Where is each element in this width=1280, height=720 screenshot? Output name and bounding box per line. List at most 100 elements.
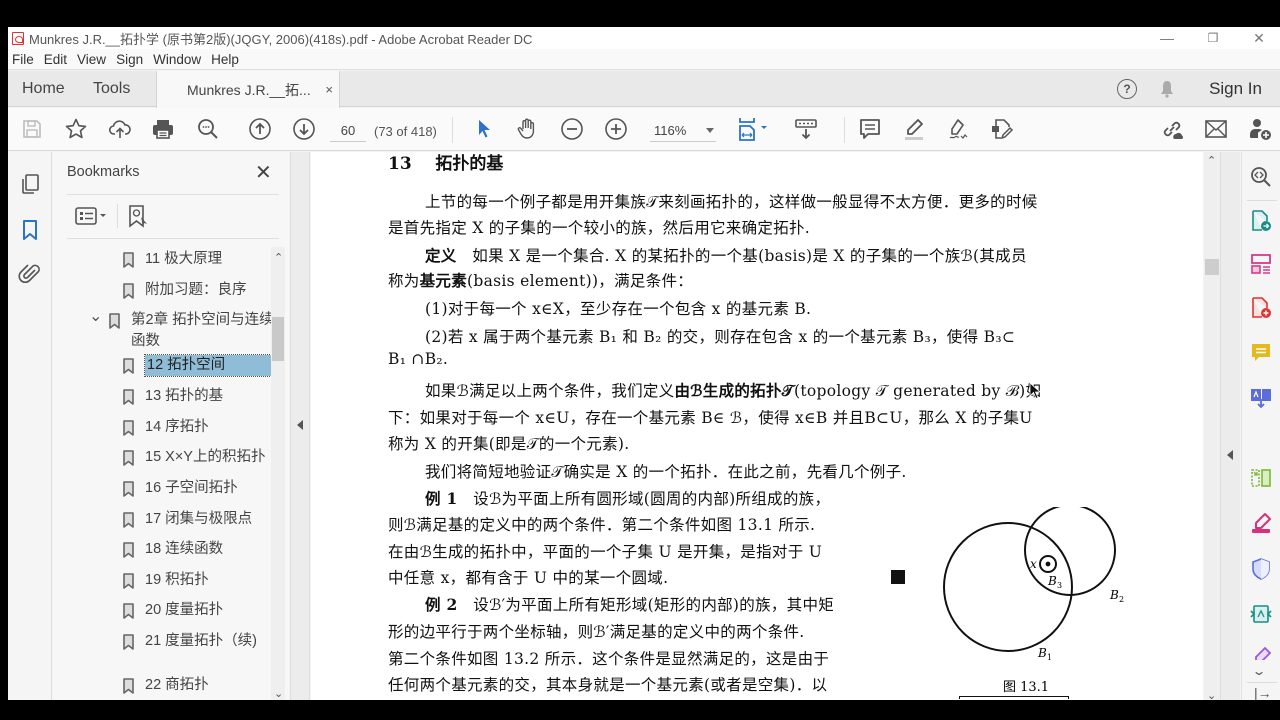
collapse-tools-pane-icon[interactable]: |→ — [1254, 685, 1272, 700]
bookmark-item[interactable]: 18 连续函数 — [123, 539, 223, 560]
bookmark-star-icon[interactable] — [64, 117, 88, 141]
document-view[interactable]: 13 拓扑的基 上节的每一个例子都是用开集族𝒯来刻画拓扑的，这样做一般显得不太方… — [311, 152, 1203, 700]
create-pdf-icon[interactable] — [1250, 297, 1272, 319]
paragraph-line: 下：如果对于每一个 x∈U，存在一个基元素 B∈ ℬ，使得 x∈B 并且B⊂U，… — [388, 409, 1033, 427]
bookmark-item[interactable]: 22 商拓扑 — [123, 675, 209, 696]
menu-window[interactable]: Window — [149, 52, 207, 67]
scroll-up-icon[interactable]: ⌃ — [1207, 154, 1216, 167]
example-1-line: 在由ℬ生成的拓扑中，平面的一个子集 U 是开集，是指对于 U — [388, 543, 823, 561]
share-link-icon[interactable] — [1160, 117, 1184, 141]
compare-files-icon[interactable] — [1250, 166, 1272, 188]
bookmark-icon — [123, 450, 134, 466]
close-tab-icon[interactable]: × — [325, 82, 333, 97]
bookmark-item[interactable]: 20 度量拓扑 — [123, 600, 223, 621]
bookmarks-panel-icon[interactable] — [18, 218, 42, 242]
bookmark-options-icon[interactable] — [75, 206, 109, 226]
scroll-down-icon[interactable]: ⌄ — [274, 687, 283, 700]
chevron-down-icon[interactable]: ⌄ — [89, 306, 103, 327]
email-icon[interactable] — [1204, 117, 1228, 141]
mouse-cursor-icon — [1029, 382, 1041, 400]
bookmark-item[interactable]: 13 拓扑的基 — [123, 386, 223, 407]
zoom-out-icon[interactable] — [560, 117, 584, 141]
document-scrollbar[interactable]: ⌃ ⌄ — [1204, 152, 1220, 700]
menu-edit[interactable]: Edit — [40, 52, 73, 67]
sign-in-button[interactable]: Sign In — [1209, 71, 1262, 107]
bookmarks-scroll-thumb[interactable] — [272, 317, 284, 361]
restore-button[interactable]: ❐ — [1190, 27, 1236, 49]
combine-files-icon[interactable] — [1250, 387, 1272, 409]
save-icon[interactable] — [20, 117, 44, 141]
right-panel-collapse-strip[interactable] — [1220, 152, 1240, 700]
label-b2-sub: 2 — [1119, 595, 1124, 604]
more-tools-icon[interactable] — [1250, 646, 1272, 660]
add-user-icon[interactable] — [1248, 117, 1272, 141]
left-panel-collapse-strip[interactable] — [290, 152, 310, 700]
bookmark-item[interactable]: ⌄ 第2章 拓扑空间与连续函数 — [89, 308, 277, 352]
left-navigation-rail — [8, 152, 52, 700]
edit-pdf-icon[interactable] — [990, 117, 1014, 141]
bookmark-item[interactable]: 14 序拓扑 — [123, 417, 209, 438]
zoom-level-select[interactable]: 116% — [650, 120, 716, 142]
expand-right-panel-icon[interactable] — [1227, 450, 1233, 460]
close-window-button[interactable]: ✕ — [1236, 27, 1280, 49]
fill-sign-icon[interactable] — [1250, 512, 1272, 534]
collapse-left-panel-icon[interactable] — [297, 420, 303, 430]
menu-help[interactable]: Help — [207, 52, 245, 67]
bookmark-icon — [109, 313, 120, 329]
zoom-level-value: 116% — [654, 123, 687, 138]
bookmark-item[interactable]: 15 X×Y上的积拓扑 — [123, 447, 265, 468]
sign-icon[interactable] — [946, 117, 970, 141]
zoom-in-icon[interactable] — [604, 117, 628, 141]
comment-tool-icon[interactable] — [1250, 342, 1272, 364]
bookmark-item[interactable]: 12 拓扑空间 — [123, 354, 276, 377]
fit-page-icon[interactable] — [736, 117, 772, 141]
page-number-input[interactable]: 60 — [330, 120, 366, 142]
scroll-mode-icon[interactable] — [794, 117, 818, 141]
tab-tools[interactable]: Tools — [93, 71, 130, 107]
menu-sign[interactable]: Sign — [112, 52, 149, 67]
bookmark-item[interactable]: 21 度量拓扑（续) — [123, 631, 257, 652]
page-up-icon[interactable] — [248, 117, 272, 141]
search-zoom-icon[interactable] — [196, 117, 220, 141]
export-pdf-icon[interactable] — [1250, 210, 1272, 232]
bookmark-item[interactable]: 附加习题：良序 — [123, 280, 247, 301]
term-basis-element: 基元素 — [419, 271, 468, 290]
label-x: x — [1030, 557, 1037, 571]
menu-file[interactable]: File — [8, 52, 40, 67]
bookmark-item[interactable]: 17 闭集与极限点 — [123, 509, 252, 530]
tab-document[interactable]: Munkres J.R.__拓... × — [156, 71, 340, 108]
chevron-down-icon[interactable]: ⌄ — [1251, 664, 1266, 678]
select-pointer-icon[interactable] — [472, 117, 496, 141]
upload-cloud-icon[interactable] — [108, 117, 132, 141]
scroll-down-icon[interactable]: ⌄ — [1207, 689, 1216, 700]
bookmarks-scrollbar[interactable]: ⌃ ⌄ — [271, 247, 285, 700]
bookmark-item[interactable]: 19 积拓扑 — [123, 570, 209, 591]
notification-bell-icon[interactable] — [1160, 80, 1174, 98]
close-bookmarks-icon[interactable]: ✕ — [255, 160, 272, 185]
page-down-icon[interactable] — [292, 117, 316, 141]
example-1-line: 中任意 x，都有含于 U 中的某一个圆域. — [388, 569, 669, 587]
scroll-up-icon[interactable]: ⌃ — [274, 251, 283, 264]
highlight-icon[interactable] — [902, 117, 926, 141]
bookmark-item[interactable]: 16 子空间拓扑 — [123, 478, 238, 499]
help-icon[interactable]: ? — [1117, 79, 1137, 99]
print-icon[interactable] — [151, 117, 175, 141]
document-scroll-thumb[interactable] — [1205, 259, 1219, 275]
example-2-line: 形的边平行于两个坐标轴，则ℬ′满足基的定义中的两个条件. — [388, 623, 805, 641]
compress-pdf-icon[interactable] — [1250, 467, 1272, 489]
qed-square — [891, 570, 905, 584]
bookmark-item[interactable]: 11 极大原理 — [123, 249, 222, 270]
organize-pages-icon[interactable] — [1250, 253, 1272, 275]
protect-icon[interactable] — [1250, 558, 1272, 580]
hand-icon[interactable] — [515, 117, 539, 141]
comment-icon[interactable] — [858, 117, 882, 141]
menu-view[interactable]: View — [73, 52, 112, 67]
minimize-button[interactable]: — — [1144, 27, 1190, 49]
optimize-pdf-icon[interactable] — [1250, 603, 1272, 625]
find-bookmark-icon[interactable] — [127, 204, 149, 228]
tab-home[interactable]: Home — [22, 71, 65, 107]
definition-label: 定义 — [425, 246, 457, 265]
attachments-icon[interactable] — [18, 262, 42, 286]
page-thumbnails-icon[interactable] — [18, 172, 42, 196]
paragraph-line: 上节的每一个例子都是用开集族𝒯来刻画拓扑的，这样做一般显得不太方便．更多的时候 — [425, 193, 1038, 211]
